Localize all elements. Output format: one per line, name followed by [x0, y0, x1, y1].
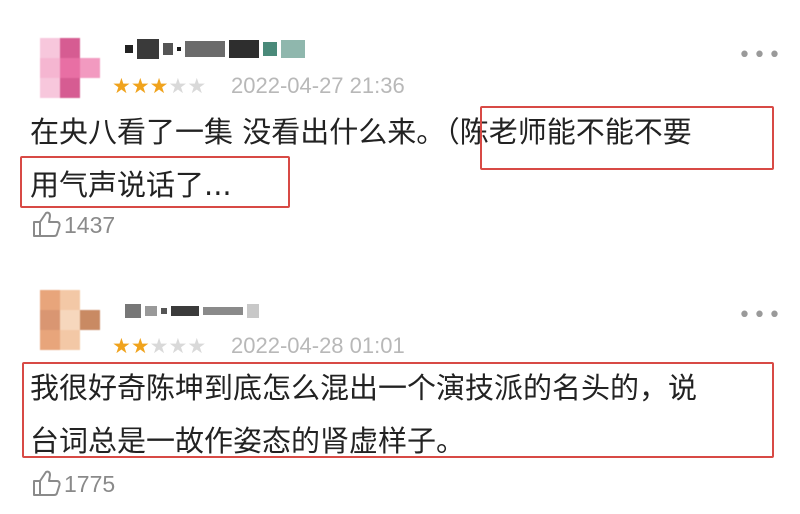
like-button[interactable]: 1775: [32, 469, 115, 499]
thumbs-up-icon: [33, 211, 61, 237]
username-pixel: [203, 306, 243, 315]
star-rating: ★★★★★: [112, 74, 206, 98]
avatar-pixel: [40, 330, 60, 350]
star-empty-icon: ★: [168, 74, 188, 98]
star-rating: ★★★★★: [112, 334, 206, 358]
username-pixel: [145, 305, 157, 316]
thumbs-up-icon: [33, 470, 61, 496]
username-pixel: [247, 303, 259, 318]
avatar-pixel: [80, 290, 100, 310]
star-filled-icon: ★: [112, 334, 131, 358]
avatar-pixel: [80, 58, 100, 78]
avatar-pixel: [60, 290, 80, 310]
star-empty-icon: ★: [187, 74, 207, 98]
avatar-pixel: [60, 78, 80, 98]
username-pixel: [185, 40, 225, 57]
highlight-box: [22, 362, 774, 458]
avatar-pixel: [40, 310, 60, 330]
more-options-icon[interactable]: •••: [738, 45, 783, 67]
username-pixel: [161, 307, 167, 314]
more-options-icon[interactable]: •••: [738, 305, 783, 327]
highlight-box: [20, 156, 290, 208]
avatar[interactable]: [40, 38, 100, 98]
username-pixel: [163, 42, 173, 55]
star-filled-icon: ★: [149, 74, 169, 98]
star-empty-icon: ★: [149, 334, 169, 358]
star-filled-icon: ★: [112, 74, 131, 98]
avatar-pixel: [80, 38, 100, 58]
avatar[interactable]: [40, 290, 100, 350]
username-pixel: [177, 46, 181, 51]
like-count: 1437: [64, 212, 116, 238]
review-date: 2022-04-28 01:01: [231, 333, 405, 358]
star-empty-icon: ★: [187, 334, 207, 358]
username-pixel: [125, 303, 141, 318]
username-blurred[interactable]: [125, 38, 309, 59]
username-pixel: [137, 38, 159, 59]
star-filled-icon: ★: [130, 74, 150, 98]
like-count: 1775: [64, 471, 116, 497]
avatar-pixel: [80, 330, 100, 350]
username-pixel: [171, 305, 199, 316]
username-blurred[interactable]: [125, 300, 263, 320]
highlight-box: [480, 106, 774, 170]
like-button[interactable]: 1437: [32, 210, 115, 240]
avatar-pixel: [60, 58, 80, 78]
avatar-pixel: [60, 330, 80, 350]
username-pixel: [125, 44, 133, 53]
username-pixel: [281, 39, 305, 58]
avatar-pixel: [60, 38, 80, 58]
username-pixel: [229, 39, 259, 58]
avatar-pixel: [80, 78, 100, 98]
username-pixel: [263, 41, 277, 56]
star-empty-icon: ★: [168, 334, 188, 358]
star-filled-icon: ★: [130, 334, 150, 358]
avatar-pixel: [60, 310, 80, 330]
avatar-pixel: [40, 290, 60, 310]
avatar-pixel: [40, 78, 60, 98]
avatar-pixel: [80, 310, 100, 330]
avatar-pixel: [40, 58, 60, 78]
review-date: 2022-04-27 21:36: [231, 73, 405, 98]
avatar-pixel: [40, 38, 60, 58]
